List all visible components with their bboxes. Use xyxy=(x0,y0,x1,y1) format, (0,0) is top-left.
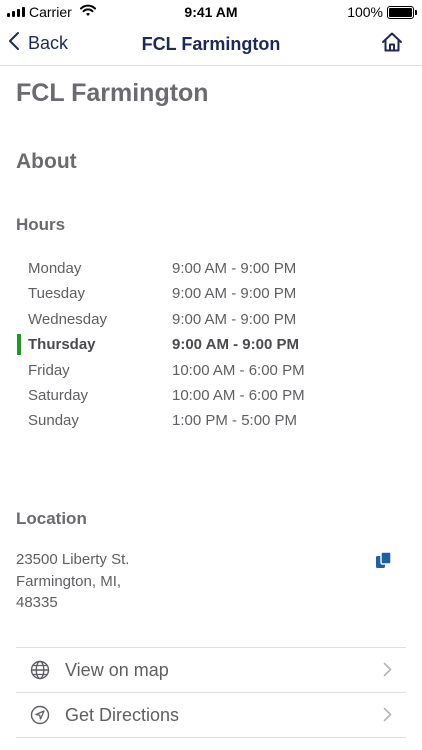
hours-row-today: Thursday 9:00 AM - 9:00 PM xyxy=(0,333,422,358)
status-bar: Carrier 9:41 AM 100% xyxy=(0,0,422,24)
hours-heading: Hours xyxy=(16,215,66,234)
hours-day: Friday xyxy=(28,361,70,379)
address-line: 23500 Liberty St. xyxy=(16,551,130,568)
nav-title: FCL Farmington xyxy=(141,34,281,54)
hours-day: Wednesday xyxy=(28,310,107,328)
view-on-map-label: View on map xyxy=(65,660,169,680)
hours-row: Monday 9:00 AM - 9:00 PM xyxy=(0,257,422,282)
battery-icon xyxy=(387,6,417,19)
navigation-arrow-icon xyxy=(30,705,50,730)
hours-row: Tuesday 9:00 AM - 9:00 PM xyxy=(0,282,422,307)
get-directions-row[interactable]: Get Directions xyxy=(16,693,406,738)
hours-row: Saturday 10:00 AM - 6:00 PM xyxy=(0,384,422,409)
address: 23500 Liberty St. Farmington, MI, 48335 xyxy=(16,549,129,614)
hours-time: 9:00 AM - 9:00 PM xyxy=(172,310,297,328)
location-actions-list: View on map Get Directions xyxy=(16,647,406,738)
hours-row: Sunday 1:00 PM - 5:00 PM xyxy=(0,409,422,434)
copy-address-button[interactable] xyxy=(375,551,392,574)
hours-day: Tuesday xyxy=(28,285,85,303)
address-line: Farmington, MI, xyxy=(16,572,122,590)
copy-icon xyxy=(375,551,392,573)
chevron-right-icon xyxy=(383,707,392,727)
view-on-map-row[interactable]: View on map xyxy=(16,648,406,693)
hours-list: Monday 9:00 AM - 9:00 PM Tuesday 9:00 AM… xyxy=(0,257,422,435)
get-directions-label: Get Directions xyxy=(65,705,180,725)
hours-time: 9:00 AM - 9:00 PM xyxy=(172,285,297,303)
chevron-right-icon xyxy=(383,662,392,682)
home-icon xyxy=(381,32,403,57)
hours-time: 10:00 AM - 6:00 PM xyxy=(172,386,305,404)
navigation-bar: Back FCL Farmington xyxy=(0,24,422,66)
today-indicator xyxy=(17,334,21,356)
hours-time: 1:00 PM - 5:00 PM xyxy=(172,412,298,430)
battery-percentage: 100% xyxy=(347,4,383,20)
hours-time: 9:00 AM - 9:00 PM xyxy=(172,260,297,277)
page-title: FCL Farmington xyxy=(16,79,209,107)
address-line: 48335 xyxy=(16,594,58,611)
about-heading: About xyxy=(16,150,77,173)
hours-day: Monday xyxy=(28,260,82,277)
home-button[interactable] xyxy=(381,31,403,58)
globe-icon xyxy=(30,660,50,685)
hours-day: Saturday xyxy=(28,386,89,404)
location-heading: Location xyxy=(16,509,87,528)
hours-row: Wednesday 9:00 AM - 9:00 PM xyxy=(0,308,422,333)
hours-row: Friday 10:00 AM - 6:00 PM xyxy=(0,359,422,384)
hours-time: 10:00 AM - 6:00 PM xyxy=(172,361,305,379)
hours-day: Sunday xyxy=(28,412,79,430)
hours-time: 9:00 AM - 9:00 PM xyxy=(172,336,299,354)
hours-day: Thursday xyxy=(28,336,96,354)
